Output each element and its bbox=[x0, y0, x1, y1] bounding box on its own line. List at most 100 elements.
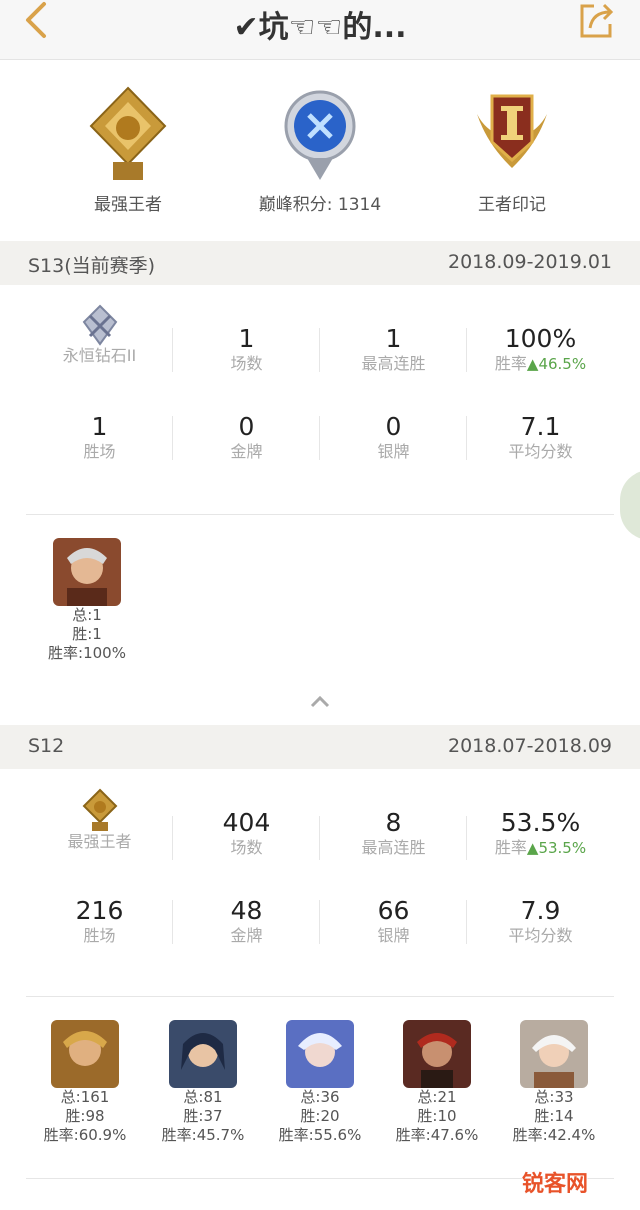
floating-side-tab[interactable] bbox=[620, 470, 640, 540]
season-name: S13(当前赛季) bbox=[28, 255, 156, 277]
hero-portrait bbox=[169, 1020, 237, 1088]
hero-portrait bbox=[403, 1020, 471, 1088]
stat-streak: 8 最高连胜 bbox=[320, 808, 467, 858]
stat-label: 胜率▲53.5% bbox=[467, 838, 614, 858]
season-dates: 2018.09-2019.01 bbox=[448, 251, 612, 273]
hero-total: 总:1 bbox=[72, 606, 102, 624]
hero-winrate: 胜率:45.7% bbox=[161, 1126, 245, 1144]
hero-portrait bbox=[51, 1020, 119, 1088]
hero-card[interactable]: 总:1 胜:1 胜率:100% bbox=[32, 538, 142, 663]
share-icon bbox=[580, 3, 614, 38]
hero-winrate: 胜率:55.6% bbox=[278, 1126, 362, 1144]
stat-value: 404 bbox=[222, 808, 271, 837]
stat-label: 银牌 bbox=[377, 926, 410, 945]
stat-label: 平均分数 bbox=[508, 926, 573, 945]
stat-wins: 216 胜场 bbox=[26, 896, 173, 946]
king-mark-badge-icon bbox=[477, 94, 547, 168]
hero-winrate: 胜率:60.9% bbox=[43, 1126, 127, 1144]
section-divider bbox=[26, 996, 614, 997]
stat-label: 最强王者 bbox=[67, 832, 132, 851]
stat-label: 胜场 bbox=[83, 442, 116, 461]
stat-value: 1 bbox=[385, 324, 402, 353]
peak-score-badge-icon bbox=[284, 90, 356, 180]
section-divider bbox=[26, 514, 614, 515]
stat-avg: 7.1 平均分数 bbox=[467, 412, 614, 462]
stat-winrate: 53.5% 胜率▲53.5% bbox=[467, 808, 614, 858]
hero-portrait bbox=[53, 538, 121, 606]
hero-wins: 胜:1 bbox=[72, 625, 102, 643]
stat-streak: 1 最高连胜 bbox=[320, 324, 467, 374]
hero-total: 总:161 bbox=[60, 1088, 110, 1106]
season-header-s13[interactable]: S13(当前赛季) 2018.09-2019.01 bbox=[0, 241, 640, 285]
diamond-rank-icon bbox=[82, 304, 117, 346]
honor-label: 王者印记 bbox=[478, 195, 546, 215]
hero-portrait bbox=[520, 1020, 588, 1088]
hero-wins: 胜:20 bbox=[300, 1107, 340, 1125]
stat-winrate: 100% 胜率▲46.5% bbox=[467, 324, 614, 374]
trend-up-icon: ▲ bbox=[526, 839, 539, 857]
stat-label: 金牌 bbox=[230, 442, 263, 461]
hero-card[interactable]: 总:81 胜:37 胜率:45.7% bbox=[148, 1020, 258, 1145]
season-dates: 2018.07-2018.09 bbox=[448, 735, 612, 757]
hero-wins: 胜:14 bbox=[534, 1107, 574, 1125]
stat-value: 1 bbox=[238, 324, 255, 353]
stat-value: 53.5% bbox=[500, 808, 581, 837]
hero-winrate: 胜率:47.6% bbox=[395, 1126, 479, 1144]
honor-strongest-king[interactable]: 最强王者 bbox=[38, 84, 218, 215]
strongest-king-badge-icon bbox=[89, 86, 167, 180]
hero-winrate: 胜率:100% bbox=[48, 644, 126, 662]
winrate-delta: 46.5% bbox=[538, 355, 587, 373]
honor-label: 巅峰积分: 1314 bbox=[258, 195, 382, 215]
stat-wins: 1 胜场 bbox=[26, 412, 173, 462]
stat-value: 48 bbox=[230, 896, 263, 925]
hero-wins: 胜:98 bbox=[65, 1107, 105, 1125]
stat-rank: 最强王者 bbox=[26, 788, 173, 852]
collapse-chevron-up-icon[interactable] bbox=[310, 694, 330, 708]
honor-king-mark[interactable]: 王者印记 bbox=[422, 84, 602, 215]
stat-value: 216 bbox=[75, 896, 124, 925]
share-button[interactable] bbox=[574, 0, 618, 40]
chevron-left-icon bbox=[26, 2, 46, 38]
stat-label: 胜率▲46.5% bbox=[467, 354, 614, 374]
stat-avg: 7.9 平均分数 bbox=[467, 896, 614, 946]
season-name: S12 bbox=[28, 735, 65, 757]
honor-label: 最强王者 bbox=[94, 195, 162, 215]
stat-games: 404 场数 bbox=[173, 808, 320, 858]
stat-label: 场数 bbox=[230, 354, 263, 373]
hero-card[interactable]: 总:33 胜:14 胜率:42.4% bbox=[499, 1020, 609, 1145]
top-bar: ✔坑☜☜的... bbox=[0, 0, 640, 60]
honors-section: 最强王者 巅峰积分: 1314 王者印记 bbox=[0, 60, 640, 240]
winrate-label: 胜率 bbox=[494, 838, 527, 857]
season-header-s12[interactable]: S12 2018.07-2018.09 bbox=[0, 725, 640, 769]
hero-total: 总:33 bbox=[534, 1088, 574, 1106]
stat-label: 场数 bbox=[230, 838, 263, 857]
stat-gold: 48 金牌 bbox=[173, 896, 320, 946]
hero-winrate: 胜率:42.4% bbox=[512, 1126, 596, 1144]
hero-card[interactable]: 总:36 胜:20 胜率:55.6% bbox=[265, 1020, 375, 1145]
stat-label: 胜场 bbox=[83, 926, 116, 945]
stat-value: 1 bbox=[91, 412, 108, 441]
hero-card[interactable]: 总:161 胜:98 胜率:60.9% bbox=[30, 1020, 140, 1145]
stat-label: 平均分数 bbox=[508, 442, 573, 461]
season-stats-s13: 永恒钻石II 1 场数 1 最高连胜 100% 胜率▲46.5% 1 胜场 0 … bbox=[26, 300, 614, 480]
stat-label: 银牌 bbox=[377, 442, 410, 461]
hero-total: 总:81 bbox=[183, 1088, 223, 1106]
stat-value: 0 bbox=[238, 412, 255, 441]
watermark: 锐客网 bbox=[514, 1164, 630, 1198]
stat-value: 8 bbox=[385, 808, 402, 837]
back-button[interactable] bbox=[14, 0, 58, 44]
hero-card[interactable]: 总:21 胜:10 胜率:47.6% bbox=[382, 1020, 492, 1145]
hero-total: 总:36 bbox=[300, 1088, 340, 1106]
stat-silver: 66 银牌 bbox=[320, 896, 467, 946]
stat-rank: 永恒钻石II bbox=[26, 304, 173, 366]
stat-value: 66 bbox=[377, 896, 410, 925]
honor-peak-score[interactable]: 巅峰积分: 1314 bbox=[230, 84, 410, 215]
stat-value: 0 bbox=[385, 412, 402, 441]
stat-value: 100% bbox=[504, 324, 577, 353]
winrate-label: 胜率 bbox=[494, 354, 527, 373]
trend-up-icon: ▲ bbox=[526, 355, 539, 373]
stat-label: 最高连胜 bbox=[361, 354, 426, 373]
watermark-text: 锐客网 bbox=[522, 1172, 589, 1197]
winrate-delta: 53.5% bbox=[538, 839, 587, 857]
hero-portrait bbox=[286, 1020, 354, 1088]
